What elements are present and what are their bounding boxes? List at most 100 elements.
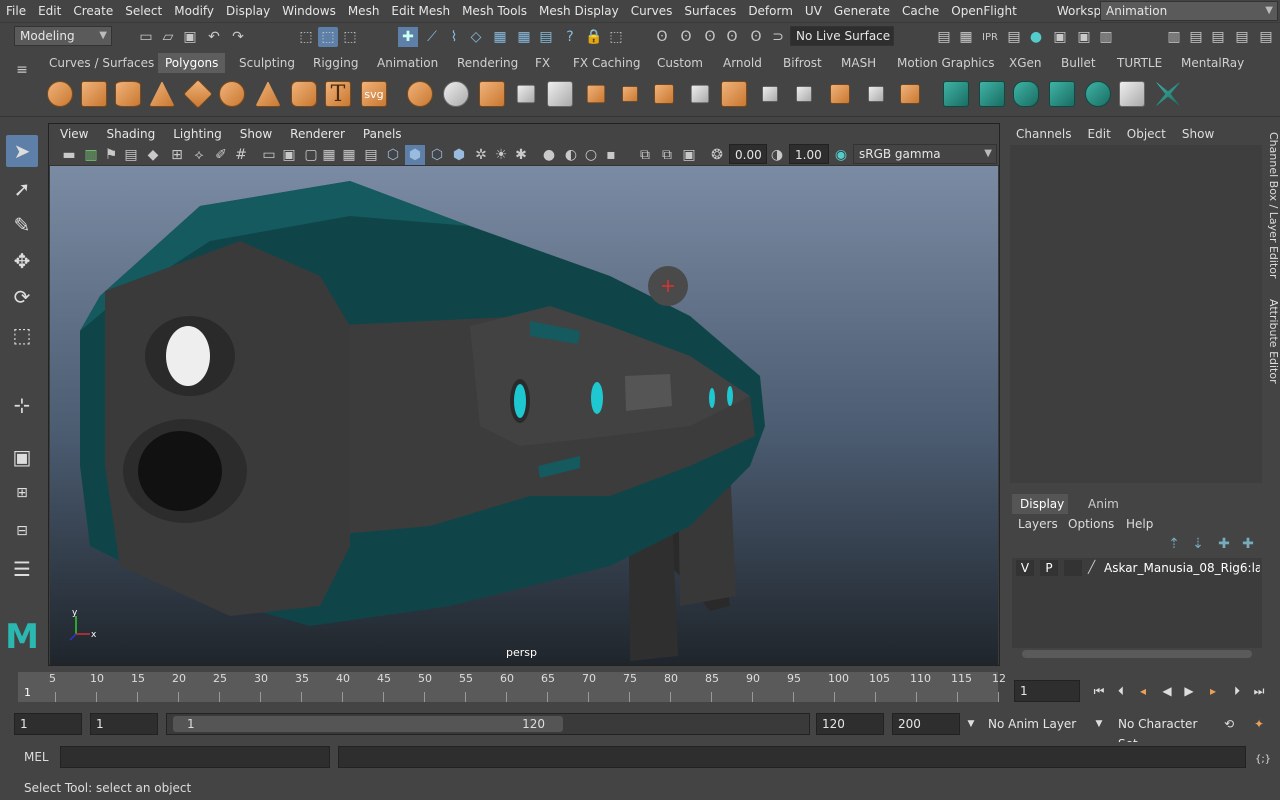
uv-cylindrical-icon[interactable] <box>976 77 1008 111</box>
command-input[interactable] <box>60 746 330 768</box>
render-frame-icon[interactable]: ▦ <box>956 27 976 47</box>
hypershade-icon[interactable]: ● <box>1026 27 1046 47</box>
range-slider-track[interactable]: 1 120 <box>166 713 810 735</box>
uv-spherical-icon[interactable] <box>1010 77 1042 111</box>
show-manipulator-icon[interactable]: ⊹ <box>6 389 38 421</box>
motion-blur-icon[interactable]: ◐ <box>561 145 581 165</box>
step-back-frame-icon[interactable]: ⏴ <box>1110 680 1132 702</box>
grid-toggle-icon[interactable]: ⊞ <box>167 145 187 165</box>
viewport-menu-shading[interactable]: Shading <box>97 127 164 141</box>
snap-point-icon[interactable]: ⌇ <box>444 27 464 47</box>
anti-aliasing-icon[interactable]: ○ <box>581 145 601 165</box>
menu-deform[interactable]: Deform <box>742 0 799 22</box>
bevel-icon[interactable] <box>684 77 716 111</box>
menu-edit-mesh[interactable]: Edit Mesh <box>385 0 456 22</box>
fill-hole-icon[interactable] <box>754 77 786 111</box>
snap-grid-icon[interactable]: ✚ <box>398 27 418 47</box>
new-scene-icon[interactable]: ▭ <box>136 27 156 47</box>
use-all-lights-icon[interactable]: ✲ <box>471 145 491 165</box>
safe-action-icon[interactable]: ▦ <box>319 145 339 165</box>
poly-svg-icon[interactable]: svg <box>358 77 390 111</box>
poly-plane-icon[interactable] <box>182 77 214 111</box>
channel-box-body[interactable] <box>1010 145 1262 483</box>
shelf-tab-polygons[interactable]: Polygons <box>158 53 226 73</box>
color-space-dropdown[interactable]: sRGB gamma ▼ <box>853 144 997 164</box>
go-to-start-icon[interactable]: ⏮ <box>1088 680 1110 702</box>
shelf-tab-fx[interactable]: FX <box>528 53 557 73</box>
outliner-icon[interactable]: ▤ <box>1256 27 1276 47</box>
center-pivot-icon[interactable] <box>860 77 892 111</box>
shelf-tab-mentalray[interactable]: MentalRay <box>1174 53 1251 73</box>
menu-generate[interactable]: Generate <box>828 0 896 22</box>
viewport-menu-panels[interactable]: Panels <box>354 127 411 141</box>
screen-space-ao-icon[interactable]: ● <box>539 145 559 165</box>
menu-mesh-display[interactable]: Mesh Display <box>533 0 625 22</box>
light-editor-icon[interactable]: ▣ <box>1074 27 1094 47</box>
menu-curves[interactable]: Curves <box>625 0 679 22</box>
poly-pyramid-icon[interactable] <box>252 77 284 111</box>
menu-select[interactable]: Select <box>119 0 168 22</box>
color-management-icon[interactable]: ◉ <box>831 145 851 165</box>
shelf-tab-arnold[interactable]: Arnold <box>716 53 769 73</box>
snap-live-icon[interactable]: ▤ <box>536 27 556 47</box>
play-backwards-icon[interactable]: ◀ <box>1156 680 1178 702</box>
layer-menu-help[interactable]: Help <box>1126 514 1153 534</box>
scale-tool-icon[interactable]: ⬚ <box>6 319 38 351</box>
channel-menu-channels[interactable]: Channels <box>1008 127 1080 141</box>
menu-mesh[interactable]: Mesh <box>342 0 386 22</box>
uv-planar-icon[interactable] <box>940 77 972 111</box>
shelf-tab-bullet[interactable]: Bullet <box>1054 53 1103 73</box>
menu-edit[interactable]: Edit <box>32 0 67 22</box>
viewport-menu-renderer[interactable]: Renderer <box>281 127 354 141</box>
uv-cut-sew-icon[interactable] <box>1152 77 1184 111</box>
lasso-tool-icon[interactable]: ➚ <box>6 173 38 205</box>
film-gate-icon[interactable]: ▥ <box>81 145 101 165</box>
select-tool-icon[interactable]: ➤ <box>6 135 38 167</box>
layer-menu-layers[interactable]: Layers <box>1018 514 1058 534</box>
menu-set-dropdown[interactable]: Modeling ▼ <box>14 26 112 46</box>
paint-select-tool-icon[interactable]: ✎ <box>6 209 38 241</box>
single-pane-layout-icon[interactable]: ▣ <box>6 441 38 473</box>
smooth-icon[interactable] <box>476 77 508 111</box>
menu-openflight[interactable]: OpenFlight <box>945 0 1023 22</box>
depth-of-field-icon[interactable]: ▪ <box>601 145 621 165</box>
xray-joints-icon[interactable]: ⧉ <box>657 145 677 165</box>
texture-icon[interactable]: ✐ <box>211 145 231 165</box>
viewport-menu-show[interactable]: Show <box>231 127 281 141</box>
paint-select-icon[interactable]: ʘ <box>676 27 696 47</box>
menu-surfaces[interactable]: Surfaces <box>678 0 742 22</box>
shelf-tab-custom[interactable]: Custom <box>650 53 710 73</box>
go-to-end-icon[interactable]: ⏭ <box>1248 680 1270 702</box>
modeling-toolkit-icon[interactable]: ▥ <box>1164 27 1184 47</box>
field-chart-icon[interactable]: ▢ <box>301 145 321 165</box>
shelf-tab-xgen[interactable]: XGen <box>1002 53 1049 73</box>
tool-settings-icon[interactable]: ▤ <box>1208 27 1228 47</box>
uv-automatic-icon[interactable] <box>1046 77 1078 111</box>
uv-editor-icon[interactable] <box>1082 77 1114 111</box>
soft-select-icon[interactable]: ʘ <box>700 27 720 47</box>
poly-sphere-icon[interactable] <box>44 77 76 111</box>
ipr-render-icon[interactable]: IPR <box>980 27 1000 47</box>
attribute-editor-icon[interactable]: ▤ <box>1186 27 1206 47</box>
extrude-icon[interactable] <box>648 77 680 111</box>
textured-icon[interactable]: ⬢ <box>449 145 469 165</box>
layer-playback-toggle[interactable]: P <box>1040 560 1058 576</box>
chevron-down-icon[interactable]: ▼ <box>1088 713 1110 735</box>
outliner-layout-icon[interactable]: ☰ <box>6 553 38 585</box>
snap-edge-icon[interactable]: ▦ <box>514 27 534 47</box>
layer-tab-display[interactable]: Display <box>1012 494 1068 514</box>
menu-display[interactable]: Display <box>220 0 276 22</box>
combine-icon[interactable] <box>404 77 436 111</box>
viewport-menu-view[interactable]: View <box>51 127 97 141</box>
open-scene-icon[interactable]: ▱ <box>158 27 178 47</box>
snap-surface-icon[interactable]: ▦ <box>490 27 510 47</box>
playback-end-field[interactable]: 120 <box>816 713 884 735</box>
snap-curve-icon[interactable]: ⟋ <box>422 27 442 47</box>
ambient-occlusion-icon[interactable]: ✱ <box>511 145 531 165</box>
channel-box-icon[interactable]: ▤ <box>1232 27 1252 47</box>
select-hierarchy-icon[interactable]: ⬚ <box>296 27 316 47</box>
safe-title-icon[interactable]: ▦ <box>339 145 359 165</box>
auto-key-icon[interactable]: ⟲ <box>1218 713 1240 735</box>
command-language-label[interactable]: MEL <box>24 746 49 768</box>
shelf-tab-bifrost[interactable]: Bifrost <box>776 53 829 73</box>
